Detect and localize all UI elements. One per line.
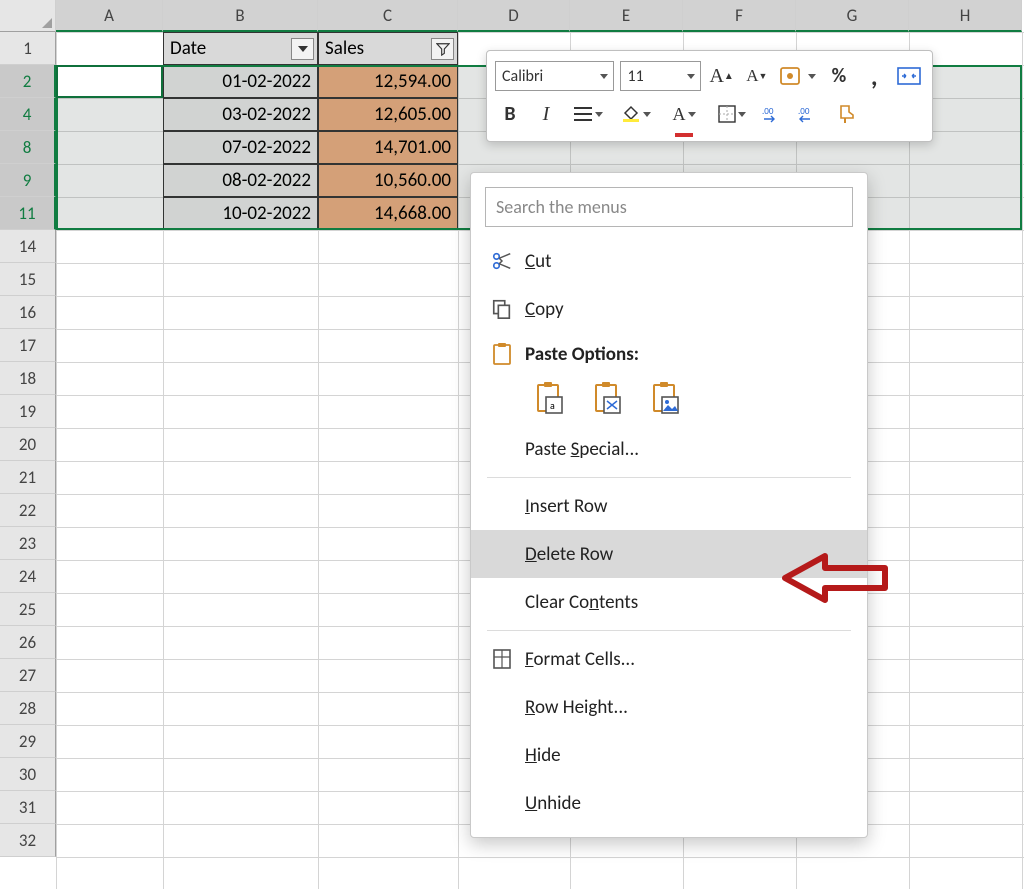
format-painter-button[interactable] bbox=[831, 99, 861, 129]
column-header-a[interactable]: A bbox=[56, 0, 163, 32]
menu-cut[interactable]: Cut bbox=[471, 237, 867, 285]
row-header-28[interactable]: 28 bbox=[0, 692, 56, 725]
column-header-b[interactable]: B bbox=[163, 0, 318, 32]
menu-delete-row[interactable]: Delete Row bbox=[471, 530, 867, 578]
cell-c4[interactable]: 12,605.00 bbox=[318, 98, 458, 131]
select-all-corner[interactable] bbox=[0, 0, 56, 32]
row-header-25[interactable]: 25 bbox=[0, 593, 56, 626]
copy-icon bbox=[485, 298, 519, 320]
decrease-font-size-button[interactable]: A▼ bbox=[742, 61, 771, 91]
row-header-24[interactable]: 24 bbox=[0, 560, 56, 593]
paste-default-button[interactable]: a bbox=[531, 379, 569, 417]
row-header-26[interactable]: 26 bbox=[0, 626, 56, 659]
active-cell bbox=[56, 65, 163, 98]
font-family-value: Calibri bbox=[502, 67, 543, 86]
row-header-9[interactable]: 9 bbox=[0, 164, 56, 197]
menu-paste-options-header: Paste Options: bbox=[471, 333, 867, 375]
cell-c9[interactable]: 10,560.00 bbox=[318, 164, 458, 197]
column-header-d[interactable]: D bbox=[458, 0, 570, 32]
font-size-select[interactable]: 11 bbox=[620, 61, 701, 91]
row-header-23[interactable]: 23 bbox=[0, 527, 56, 560]
percent-format-button[interactable]: % bbox=[824, 61, 853, 91]
menu-row-height[interactable]: Row Height... bbox=[471, 683, 867, 731]
row-header-27[interactable]: 27 bbox=[0, 659, 56, 692]
menu-paste-special[interactable]: Paste Special... bbox=[471, 425, 867, 473]
spreadsheet-viewport: ABCDEFGH 1248911141516171819202122232425… bbox=[0, 0, 1024, 889]
context-menu: Search the menus Cut Copy Paste Options:… bbox=[470, 172, 868, 838]
column-header-g[interactable]: G bbox=[796, 0, 909, 32]
format-cells-icon bbox=[485, 648, 519, 670]
menu-search-input[interactable]: Search the menus bbox=[485, 187, 853, 227]
cell-b9[interactable]: 08-02-2022 bbox=[163, 164, 318, 197]
menu-paste-options-label: Paste Options: bbox=[519, 343, 639, 366]
row-header-31[interactable]: 31 bbox=[0, 791, 56, 824]
fill-color-button[interactable] bbox=[615, 99, 657, 129]
increase-decimal-button[interactable]: .00 bbox=[759, 99, 789, 129]
scissors-icon bbox=[485, 250, 519, 272]
menu-insert-row[interactable]: Insert Row bbox=[471, 482, 867, 530]
cell-b4[interactable]: 03-02-2022 bbox=[163, 98, 318, 131]
svg-text:.00: .00 bbox=[762, 106, 774, 117]
decrease-decimal-button[interactable]: .00 bbox=[795, 99, 825, 129]
column-header-h[interactable]: H bbox=[909, 0, 1022, 32]
comma-format-button[interactable]: , bbox=[860, 61, 889, 91]
menu-search-placeholder: Search the menus bbox=[496, 196, 627, 218]
row-header-17[interactable]: 17 bbox=[0, 329, 56, 362]
row-header-29[interactable]: 29 bbox=[0, 725, 56, 758]
column-header-f[interactable]: F bbox=[683, 0, 796, 32]
row-header-21[interactable]: 21 bbox=[0, 461, 56, 494]
row-header-19[interactable]: 19 bbox=[0, 395, 56, 428]
filter-button-date[interactable] bbox=[291, 38, 314, 60]
cell-c8[interactable]: 14,701.00 bbox=[318, 131, 458, 164]
bold-button[interactable]: B bbox=[495, 99, 525, 129]
row-header-1[interactable]: 1 bbox=[0, 32, 56, 65]
menu-format-cells[interactable]: Format Cells... bbox=[471, 635, 867, 683]
font-family-select[interactable]: Calibri bbox=[495, 61, 614, 91]
row-header-32[interactable]: 32 bbox=[0, 824, 56, 857]
increase-font-size-button[interactable]: A▲ bbox=[707, 61, 736, 91]
accounting-format-button[interactable] bbox=[777, 61, 818, 91]
cell-c2[interactable]: 12,594.00 bbox=[318, 65, 458, 98]
menu-unhide[interactable]: Unhide bbox=[471, 779, 867, 827]
row-header-20[interactable]: 20 bbox=[0, 428, 56, 461]
row-header-16[interactable]: 16 bbox=[0, 296, 56, 329]
font-color-button[interactable]: A bbox=[663, 99, 705, 129]
row-header-30[interactable]: 30 bbox=[0, 758, 56, 791]
menu-hide[interactable]: Hide bbox=[471, 731, 867, 779]
merge-center-button[interactable] bbox=[895, 61, 924, 91]
row-header-2[interactable]: 2 bbox=[0, 65, 56, 98]
cell-c11[interactable]: 14,668.00 bbox=[318, 197, 458, 230]
menu-copy[interactable]: Copy bbox=[471, 285, 867, 333]
svg-text:a: a bbox=[550, 399, 555, 412]
row-header-8[interactable]: 8 bbox=[0, 131, 56, 164]
row-header-14[interactable]: 14 bbox=[0, 230, 56, 263]
row-header-11[interactable]: 11 bbox=[0, 197, 56, 230]
cell-b8[interactable]: 07-02-2022 bbox=[163, 131, 318, 164]
row-header-22[interactable]: 22 bbox=[0, 494, 56, 527]
column-header-c[interactable]: C bbox=[318, 0, 458, 32]
clipboard-icon bbox=[485, 342, 519, 366]
column-header-e[interactable]: E bbox=[570, 0, 683, 32]
mini-toolbar: Calibri 11 A▲ A▼ % , B I A bbox=[486, 50, 933, 142]
svg-text:.00: .00 bbox=[798, 106, 810, 117]
filter-button-sales[interactable] bbox=[431, 38, 454, 60]
font-size-value: 11 bbox=[627, 67, 643, 86]
cell-b11[interactable]: 10-02-2022 bbox=[163, 197, 318, 230]
menu-clear-contents[interactable]: Clear Contents bbox=[471, 578, 867, 626]
row-header-18[interactable]: 18 bbox=[0, 362, 56, 395]
paste-formulas-button[interactable] bbox=[589, 379, 627, 417]
cell-b2[interactable]: 01-02-2022 bbox=[163, 65, 318, 98]
row-header-4[interactable]: 4 bbox=[0, 98, 56, 131]
paste-picture-button[interactable] bbox=[647, 379, 685, 417]
italic-button[interactable]: I bbox=[531, 99, 561, 129]
borders-button[interactable] bbox=[711, 99, 753, 129]
align-button[interactable] bbox=[567, 99, 609, 129]
row-header-15[interactable]: 15 bbox=[0, 263, 56, 296]
